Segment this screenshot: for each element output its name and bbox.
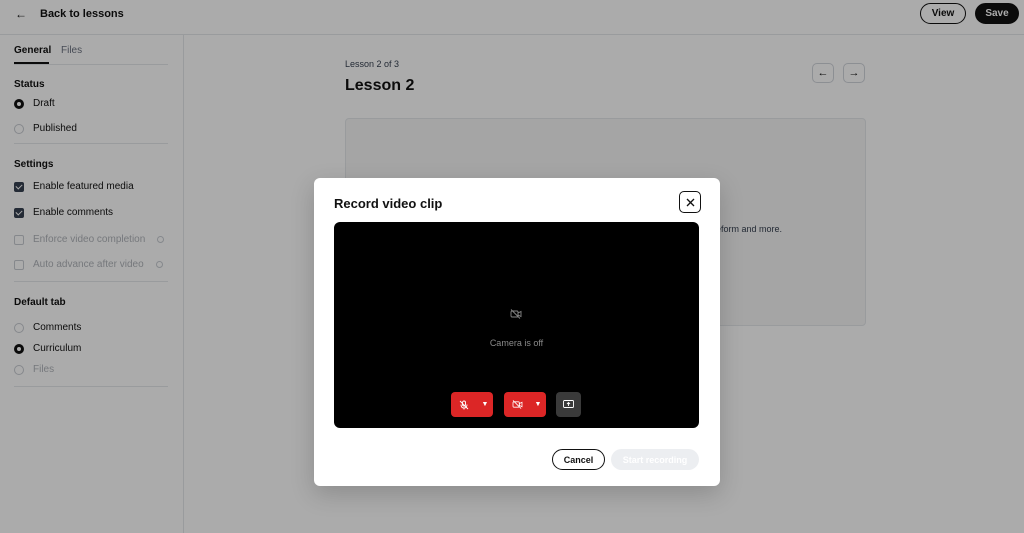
camera-status-text: Camera is off xyxy=(489,338,544,348)
start-recording-button: Start recording xyxy=(611,449,699,470)
camera-off-icon xyxy=(510,309,522,319)
camera-off-icon xyxy=(512,400,522,409)
camera-control: ▼ xyxy=(504,392,546,417)
screen-share-icon xyxy=(563,400,574,408)
mute-microphone-button[interactable] xyxy=(451,392,477,417)
microphone-options-dropdown[interactable]: ▼ xyxy=(477,392,493,417)
close-icon xyxy=(686,198,694,206)
caret-down-icon: ▼ xyxy=(481,401,489,408)
record-video-modal: Record video clip Camera is off ▼ ▼ Canc… xyxy=(314,178,720,486)
close-button[interactable] xyxy=(679,191,701,213)
share-screen-button[interactable] xyxy=(556,392,581,417)
video-preview: Camera is off ▼ ▼ xyxy=(334,222,699,428)
camera-options-dropdown[interactable]: ▼ xyxy=(530,392,546,417)
microphone-control: ▼ xyxy=(451,392,493,417)
toggle-camera-button[interactable] xyxy=(504,392,530,417)
caret-down-icon: ▼ xyxy=(534,401,542,408)
mic-off-icon xyxy=(459,400,469,409)
cancel-button[interactable]: Cancel xyxy=(552,449,605,470)
modal-title: Record video clip xyxy=(334,196,443,211)
